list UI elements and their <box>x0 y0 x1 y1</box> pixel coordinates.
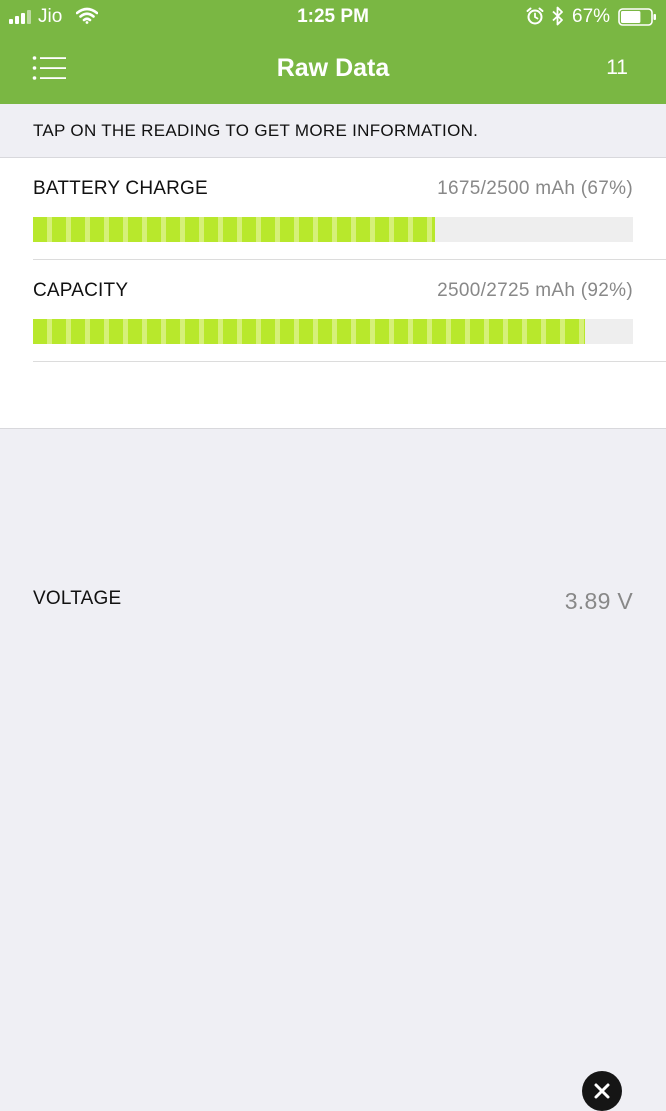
list-menu-icon <box>32 56 66 80</box>
reading-value: 3.89 V <box>564 588 633 614</box>
battery-percent: 67% <box>572 6 611 27</box>
menu-button[interactable] <box>26 49 74 87</box>
page-title: Raw Data <box>276 54 390 82</box>
close-ad-button[interactable] <box>582 1071 622 1111</box>
status-bar: Jio 1:25 PM 67% <box>0 0 666 34</box>
reading-row-battery-charge[interactable]: BATTERY CHARGE 1675/2500 mAh (67%) <box>0 158 666 260</box>
reading-label: VOLTAGE <box>33 588 122 609</box>
navigation-bar: Raw Data 11 <box>0 34 666 104</box>
status-time: 1:25 PM <box>297 6 369 27</box>
alarm-clock-icon <box>526 7 544 25</box>
progress-bar-track <box>33 217 633 242</box>
info-text: TAP ON THE READING TO GET MORE INFORMATI… <box>33 121 479 140</box>
reading-value: 1675/2500 mAh (67%) <box>437 178 633 199</box>
nav-count-button[interactable]: 11 <box>606 55 628 81</box>
reading-label: BATTERY CHARGE <box>33 178 208 199</box>
bluetooth-icon <box>552 6 563 26</box>
progress-bar-fill <box>33 217 435 242</box>
reading-value: 2500/2725 mAh (92%) <box>437 280 633 301</box>
top-bar: Jio 1:25 PM 67% Raw Data 11 <box>0 0 666 104</box>
reading-row-voltage[interactable]: VOLTAGE 3.89 V <box>0 362 666 614</box>
reading-label: CAPACITY <box>33 280 129 301</box>
close-icon <box>594 1083 610 1099</box>
info-banner: TAP ON THE READING TO GET MORE INFORMATI… <box>0 104 666 158</box>
progress-bar-fill <box>33 319 585 344</box>
progress-bar-track <box>33 319 633 344</box>
reading-row-capacity[interactable]: CAPACITY 2500/2725 mAh (92%) <box>0 260 666 362</box>
readings-list: BATTERY CHARGE 1675/2500 mAh (67%) CAPAC… <box>0 158 666 614</box>
battery-icon <box>618 8 656 26</box>
